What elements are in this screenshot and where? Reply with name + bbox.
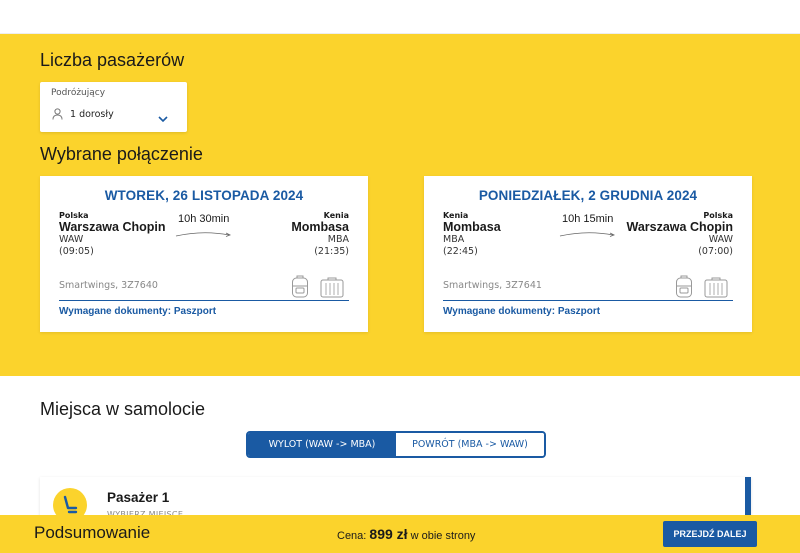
flight-duration: 10h 15min	[562, 213, 614, 225]
return-flight-card: PONIEDZIAŁEK, 2 GRUDNIA 2024 Kenia Momba…	[424, 176, 752, 332]
required-documents: Wymagane dokumenty: Paszport	[59, 306, 217, 317]
card-divider	[443, 300, 733, 301]
connection-heading: Wybrane połączenie	[40, 144, 203, 164]
flight-route-icon	[175, 232, 231, 237]
flight-duration: 10h 30min	[178, 213, 230, 225]
backpack-icon	[292, 275, 308, 298]
departure-time: (22:45)	[443, 246, 478, 257]
origin-code: MBA	[443, 234, 465, 245]
top-header-bar	[0, 0, 800, 34]
origin-airport: Warszawa Chopin	[59, 220, 166, 234]
passengers-field-label: Podróżujący	[51, 88, 106, 98]
tab-outbound[interactable]: WYLOT (WAW -> MBA)	[248, 433, 396, 456]
destination-country: Kenia	[323, 211, 349, 220]
passengers-dropdown[interactable]: Podróżujący 1 dorosły	[40, 82, 187, 132]
passengers-heading: Liczba pasażerów	[40, 50, 185, 70]
required-documents: Wymagane dokumenty: Paszport	[443, 306, 601, 317]
price-amount: 899 zł	[369, 526, 408, 542]
departure-time: (09:05)	[59, 246, 94, 257]
flight-route-icon	[559, 232, 615, 237]
summary-title: Podsumowanie	[34, 523, 151, 542]
origin-country: Kenia	[443, 211, 469, 220]
card-divider	[59, 300, 349, 301]
carrier-flight-number: Smartwings, 3Z7641	[443, 280, 542, 291]
chevron-down-icon	[158, 116, 168, 123]
origin-airport: Mombasa	[443, 220, 501, 234]
arrival-time: (07:00)	[698, 246, 733, 257]
origin-country: Polska	[59, 211, 89, 220]
passenger-name: Pasażer 1	[107, 490, 170, 505]
passengers-field-value: 1 dorosły	[70, 109, 114, 120]
arrival-time: (21:35)	[314, 246, 349, 257]
tab-return[interactable]: POWRÓT (MBA -> WAW)	[396, 433, 544, 456]
flight-date: PONIEDZIAŁEK, 2 GRUDNIA 2024	[478, 188, 698, 203]
total-price: Cena: 899 zł w obie strony	[337, 526, 475, 542]
carrier-flight-number: Smartwings, 3Z7640	[59, 280, 158, 291]
summary-bar: Podsumowanie Cena: 899 zł w obie strony …	[0, 515, 800, 553]
destination-code: MBA	[327, 234, 349, 245]
seats-heading: Miejsca w samolocie	[40, 399, 206, 419]
flight-date: WTOREK, 26 LISTOPADA 2024	[104, 188, 304, 203]
origin-code: WAW	[59, 234, 84, 245]
suitcase-icon	[704, 277, 728, 298]
backpack-icon	[676, 275, 692, 298]
destination-airport: Warszawa Chopin	[626, 220, 734, 234]
destination-airport: Mombasa	[291, 220, 349, 234]
destination-code: WAW	[708, 234, 733, 245]
price-suffix: w obie strony	[410, 530, 476, 542]
next-button[interactable]: PRZEJDŹ DALEJ	[663, 521, 757, 547]
person-icon	[52, 108, 63, 120]
flight-direction-toggle: WYLOT (WAW -> MBA) POWRÓT (MBA -> WAW)	[246, 431, 546, 458]
outbound-flight-card: WTOREK, 26 LISTOPADA 2024 Polska Warszaw…	[40, 176, 368, 332]
destination-country: Polska	[703, 211, 733, 220]
suitcase-icon	[320, 277, 344, 298]
price-prefix: Cena:	[337, 530, 367, 542]
